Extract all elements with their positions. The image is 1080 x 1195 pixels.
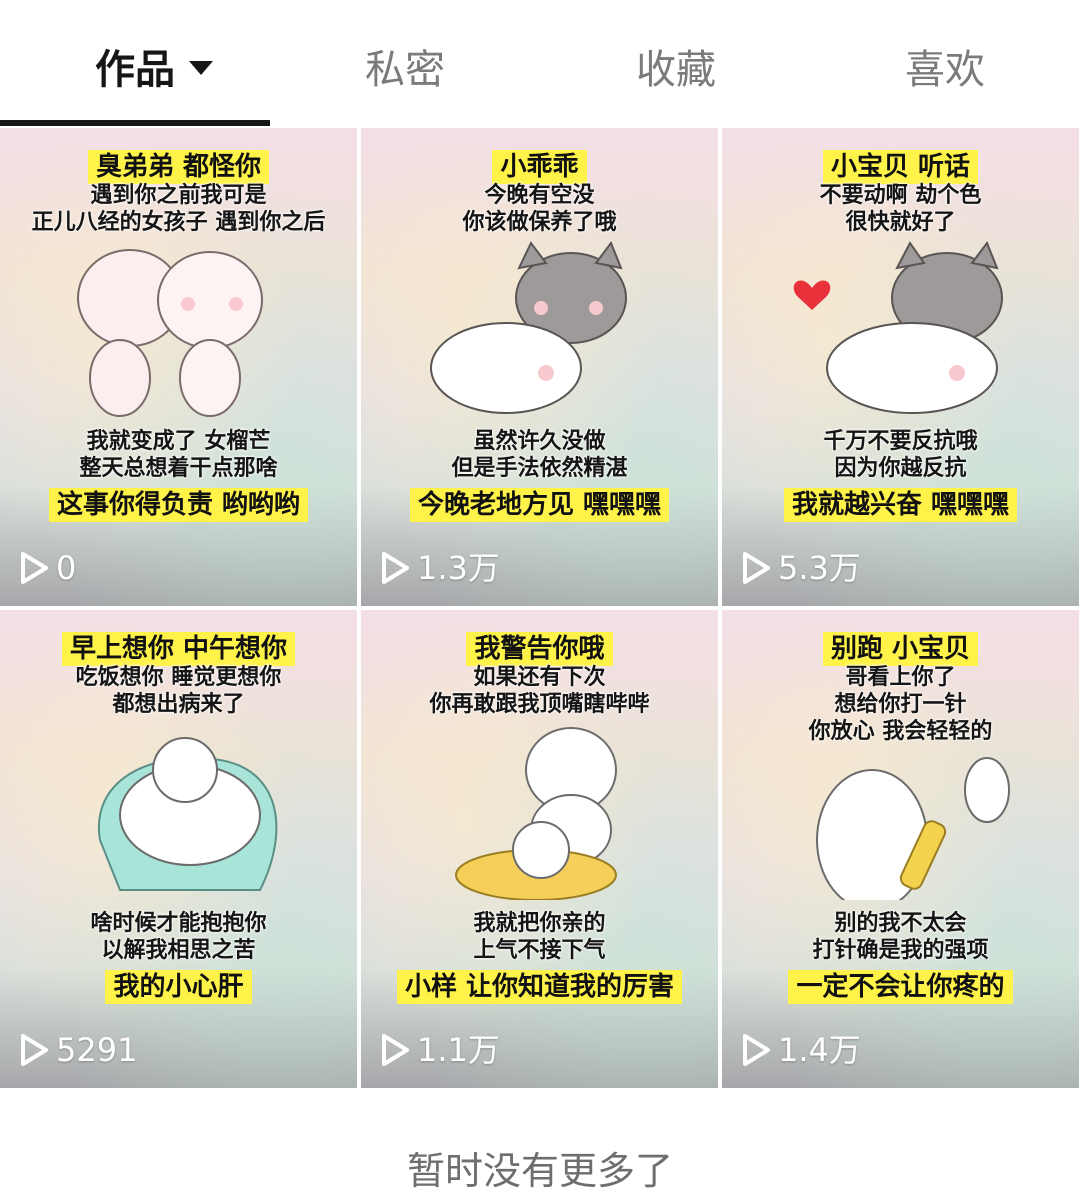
card-footline: 小样 让你知道我的厉害 xyxy=(361,966,718,1004)
card-caption-top: 如果还有下次 你再敢跟我顶嘴瞎哔哔 xyxy=(429,665,650,717)
card-caption-top: 吃饭想你 睡觉更想你 都想出病来了 xyxy=(75,665,282,717)
cartoon-illustration xyxy=(793,240,1003,414)
card-footline: 我就越兴奋 嘿嘿嘿 xyxy=(722,484,1079,522)
no-more-content-text: 暂时没有更多了 xyxy=(406,1149,673,1193)
cartoon-illustration xyxy=(455,727,617,900)
cartoon-illustration xyxy=(430,240,627,414)
video-grid: 臭弟弟 都怪你 遇到你之前我可是 正儿八经的女孩子 遇到你之后 我就变成了 女榴… xyxy=(0,128,1080,1088)
play-outline-icon xyxy=(743,552,770,584)
card-headline: 小乖乖 xyxy=(361,146,718,184)
card-headline: 臭弟弟 都怪你 xyxy=(0,146,357,184)
tab-private-label: 私密 xyxy=(365,47,445,93)
tab-works-label: 作品 xyxy=(95,47,175,93)
card-caption-top: 遇到你之前我可是 正儿八经的女孩子 遇到你之后 xyxy=(31,183,326,235)
video-card[interactable]: 小乖乖 今晚有空没 你该做保养了哦 虽然许久没做 但是手法依然精湛 今晚老地方见… xyxy=(361,128,718,606)
cartoon-illustration xyxy=(816,757,1010,900)
active-tab-indicator xyxy=(0,120,270,126)
play-count: 0 xyxy=(18,548,76,588)
play-count: 1.1万 xyxy=(379,1030,500,1070)
video-card[interactable]: 别跑 小宝贝 哥看上你了 想给你打一针 你放心 我会轻轻的 别的我不太会 打针确… xyxy=(722,610,1079,1088)
card-footline: 我的小心肝 xyxy=(0,966,357,1004)
profile-tabs: 作品 私密 收藏 喜欢 xyxy=(0,0,1080,128)
video-card[interactable]: 我警告你哦 如果还有下次 你再敢跟我顶嘴瞎哔哔 我就把你亲的 上气不接下气 小样… xyxy=(361,610,718,1088)
card-caption-bottom: 虽然许久没做 但是手法依然精湛 xyxy=(451,429,628,481)
card-footline: 今晚老地方见 嘿嘿嘿 xyxy=(361,484,718,522)
video-card[interactable]: 臭弟弟 都怪你 遇到你之前我可是 正儿八经的女孩子 遇到你之后 我就变成了 女榴… xyxy=(0,128,357,606)
card-caption-bottom: 啥时候才能抱抱你 以解我相思之苦 xyxy=(90,911,267,963)
play-outline-icon xyxy=(21,1034,48,1066)
play-count: 5291 xyxy=(18,1030,137,1070)
cartoon-illustration xyxy=(97,737,278,891)
card-caption-bottom: 我就把你亲的 上气不接下气 xyxy=(473,911,606,963)
tab-likes-label: 喜欢 xyxy=(905,47,985,93)
video-card[interactable]: 小宝贝 听话 不要动啊 劫个色 很快就好了 千万不要反抗哦 因为你越反抗 我就越… xyxy=(722,128,1079,606)
card-caption-bottom: 别的我不太会 打针确是我的强项 xyxy=(812,911,989,963)
tab-works[interactable]: 作品 xyxy=(95,40,235,110)
play-count: 5.3万 xyxy=(740,548,861,588)
tab-likes[interactable]: 喜欢 xyxy=(875,40,1015,110)
caret-down-icon[interactable] xyxy=(189,61,213,75)
card-headline: 我警告你哦 xyxy=(361,628,718,666)
cartoon-illustration xyxy=(77,249,263,417)
play-outline-icon xyxy=(382,1034,409,1066)
play-count: 1.4万 xyxy=(740,1030,861,1070)
card-caption-bottom: 千万不要反抗哦 因为你越反抗 xyxy=(823,429,978,481)
tab-favorites-label: 收藏 xyxy=(636,47,716,93)
card-headline: 别跑 小宝贝 xyxy=(722,628,1079,666)
card-caption-bottom: 我就变成了 女榴芒 整天总想着干点那啥 xyxy=(79,429,278,481)
heart-icon xyxy=(793,280,831,310)
tab-private[interactable]: 私密 xyxy=(335,40,475,110)
card-headline: 早上想你 中午想你 xyxy=(0,628,357,666)
play-outline-icon xyxy=(743,1034,770,1066)
card-footline: 一定不会让你疼的 xyxy=(722,966,1079,1004)
card-caption-top: 今晚有空没 你该做保养了哦 xyxy=(462,183,617,235)
tab-favorites[interactable]: 收藏 xyxy=(606,40,746,110)
play-count: 1.3万 xyxy=(379,548,500,588)
play-outline-icon xyxy=(21,552,48,584)
card-footline: 这事你得负责 哟哟哟 xyxy=(0,484,357,522)
play-outline-icon xyxy=(382,552,409,584)
card-caption-top: 不要动啊 劫个色 很快就好了 xyxy=(819,183,982,235)
card-headline: 小宝贝 听话 xyxy=(722,146,1079,184)
video-card[interactable]: 早上想你 中午想你 吃饭想你 睡觉更想你 都想出病来了 啥时候才能抱抱你 以解我… xyxy=(0,610,357,1088)
card-caption-top: 哥看上你了 想给你打一针 你放心 我会轻轻的 xyxy=(808,665,993,744)
